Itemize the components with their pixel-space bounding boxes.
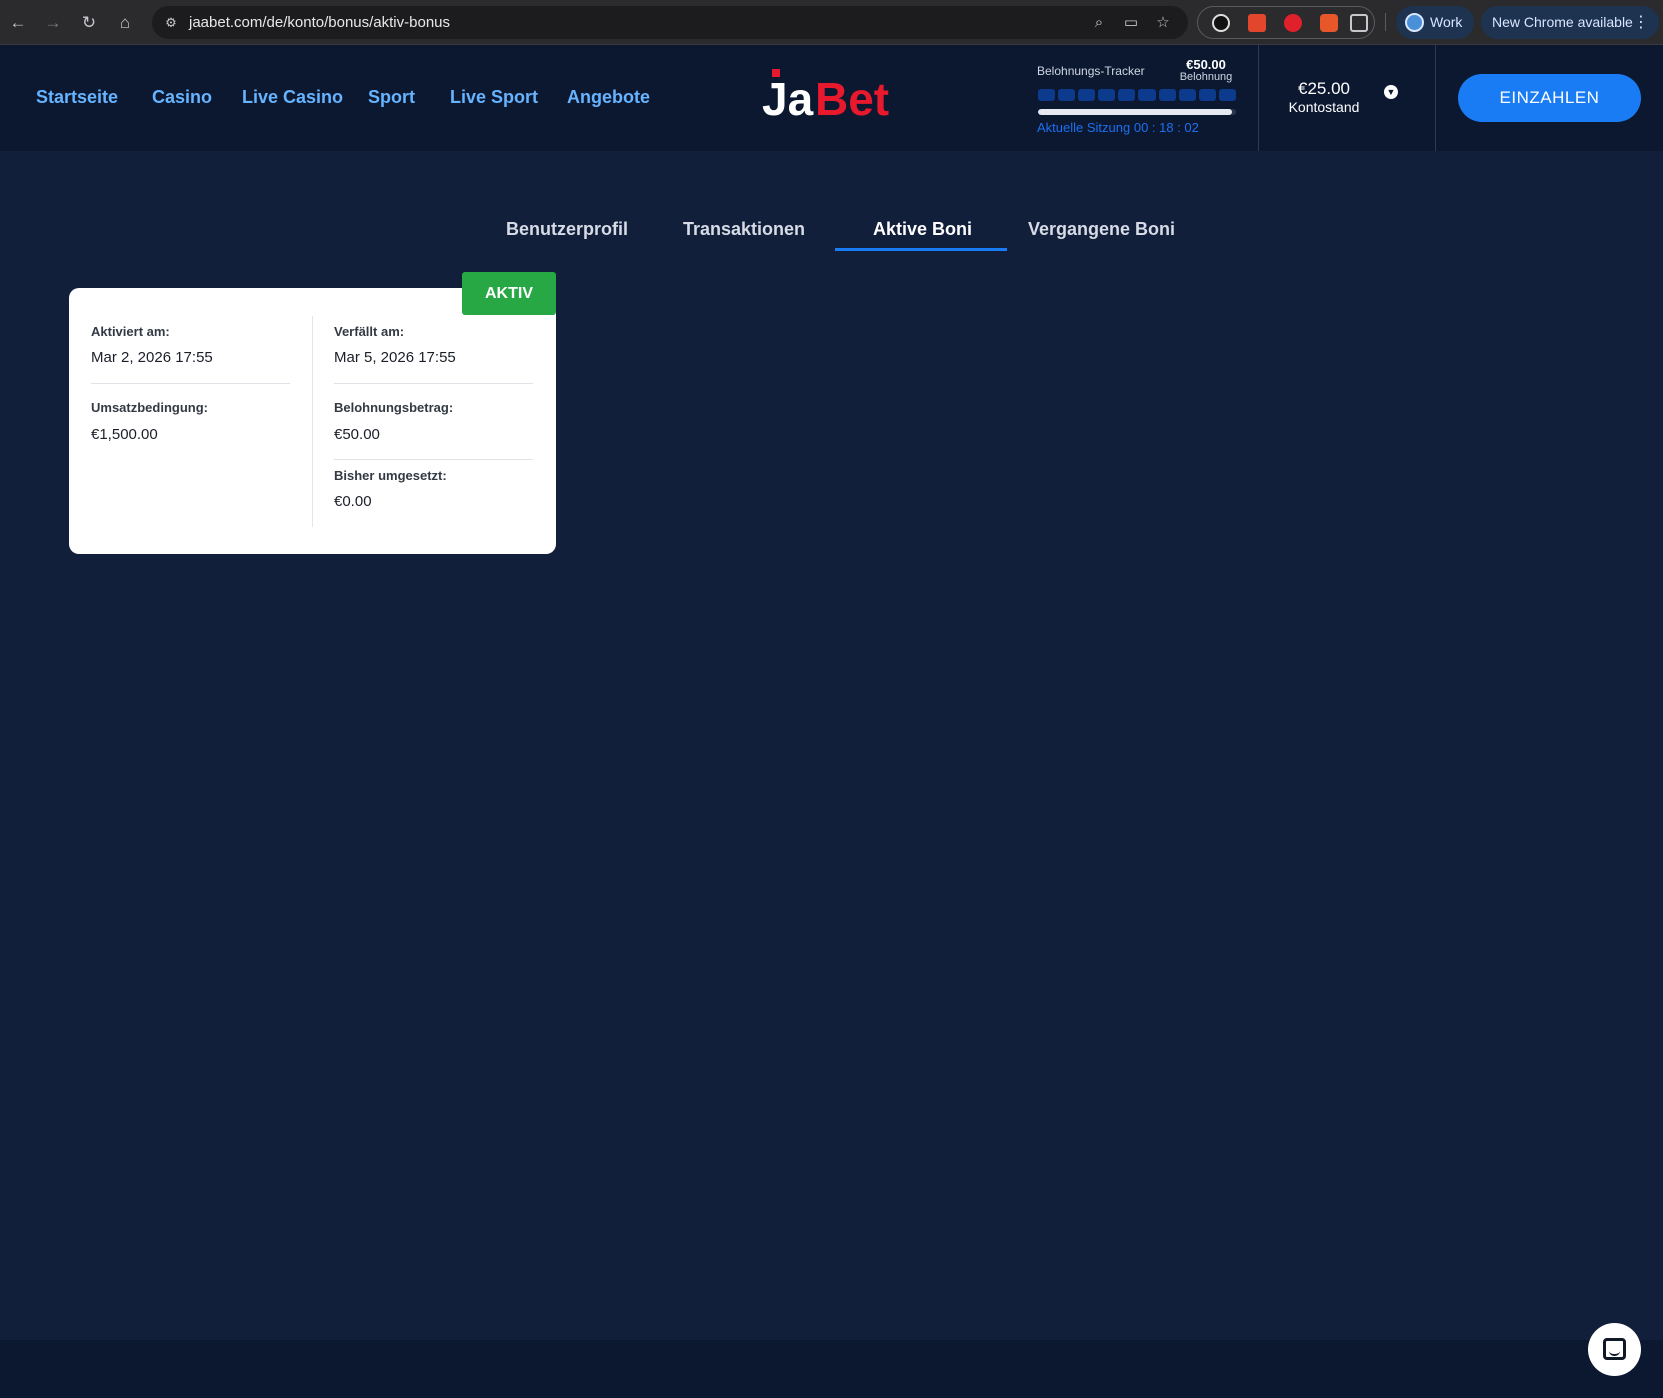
nav-casino[interactable]: Casino bbox=[152, 87, 212, 108]
status-badge: AKTIV bbox=[462, 272, 556, 315]
more-menu-icon[interactable]: ⋮ bbox=[1633, 12, 1649, 32]
wagering-value: €1,500.00 bbox=[91, 426, 158, 443]
balance-label: Kontostand bbox=[1288, 99, 1360, 115]
activated-value: Mar 2, 2026 17:55 bbox=[91, 349, 213, 366]
site-settings-icon[interactable]: ⚙ bbox=[162, 14, 180, 32]
footer bbox=[0, 1340, 1663, 1398]
nav-angebote[interactable]: Angebote bbox=[567, 87, 650, 108]
back-icon[interactable]: ← bbox=[6, 11, 30, 35]
star-icon[interactable]: ☆ bbox=[1152, 12, 1174, 34]
profile-label: Work bbox=[1430, 14, 1463, 30]
forward-icon[interactable]: → bbox=[41, 11, 65, 35]
tracker-segment bbox=[1058, 89, 1076, 101]
url-text[interactable]: jaabet.com/de/konto/bonus/aktiv-bonus bbox=[189, 14, 450, 31]
nav-live-casino[interactable]: Live Casino bbox=[242, 87, 343, 108]
active-tab-indicator bbox=[835, 248, 1007, 251]
column-divider bbox=[312, 316, 313, 527]
reload-icon[interactable]: ↻ bbox=[77, 11, 101, 35]
tab-vergangene-boni[interactable]: Vergangene Boni bbox=[1028, 219, 1175, 240]
tracker-segment bbox=[1138, 89, 1156, 101]
reward-value: €50.00 bbox=[334, 426, 380, 443]
nav-startseite[interactable]: Startseite bbox=[36, 87, 118, 108]
browser-toolbar: ← → ↻ ⌂ ⚙ jaabet.com/de/konto/bonus/akti… bbox=[0, 0, 1663, 45]
deposit-button[interactable]: EINZAHLEN bbox=[1458, 74, 1641, 122]
wagered-value: €0.00 bbox=[334, 493, 372, 510]
profile-avatar bbox=[1405, 13, 1424, 32]
row-divider bbox=[91, 383, 290, 384]
install-icon[interactable]: ▭ bbox=[1120, 12, 1142, 34]
extension-hand-icon[interactable] bbox=[1284, 14, 1302, 32]
tracker-progress-bar bbox=[1038, 109, 1236, 115]
nav-live-sport[interactable]: Live Sport bbox=[450, 87, 538, 108]
expires-value: Mar 5, 2026 17:55 bbox=[334, 349, 456, 366]
chevron-down-icon[interactable]: ▼ bbox=[1384, 85, 1398, 99]
wagered-label: Bisher umgesetzt: bbox=[334, 468, 447, 483]
zoom-icon[interactable]: ⌕ bbox=[1088, 12, 1110, 34]
header-divider bbox=[1435, 45, 1436, 151]
session-timer: Aktuelle Sitzung 00 : 18 : 02 bbox=[1037, 120, 1199, 135]
toolbar-divider bbox=[1385, 13, 1386, 31]
tracker-segment bbox=[1118, 89, 1136, 101]
logo-ja: Ja bbox=[762, 73, 814, 125]
tracker-segment bbox=[1098, 89, 1116, 101]
tracker-segment bbox=[1038, 89, 1056, 101]
tab-benutzerprofil[interactable]: Benutzerprofil bbox=[506, 219, 628, 240]
tracker-segment bbox=[1218, 89, 1236, 101]
home-icon[interactable]: ⌂ bbox=[113, 11, 137, 35]
row-divider bbox=[334, 459, 533, 460]
header-divider bbox=[1258, 45, 1259, 151]
tracker-segment bbox=[1198, 89, 1216, 101]
active-bonus-card: Aktiviert am: Mar 2, 2026 17:55 Umsatzbe… bbox=[69, 288, 556, 554]
extension-link-icon[interactable] bbox=[1212, 14, 1230, 32]
profile-button[interactable]: Work bbox=[1396, 6, 1474, 39]
chat-button[interactable] bbox=[1588, 1323, 1641, 1376]
tracker-segment bbox=[1158, 89, 1176, 101]
reward-label: Belohnungsbetrag: bbox=[334, 400, 454, 415]
logo-bet: Bet bbox=[815, 73, 889, 125]
tracker-amount: €50.00 bbox=[1186, 57, 1226, 72]
row-divider bbox=[334, 383, 533, 384]
tracker-progress-fill bbox=[1038, 109, 1233, 115]
tab-aktive-boni[interactable]: Aktive Boni bbox=[873, 219, 972, 240]
tracker-reward-label: Belohnung bbox=[1179, 71, 1233, 83]
wagering-label: Umsatzbedingung: bbox=[91, 400, 208, 415]
extensions-group bbox=[1197, 6, 1375, 39]
expires-label: Verfällt am: bbox=[334, 324, 405, 339]
address-bar[interactable]: ⚙ jaabet.com/de/konto/bonus/aktiv-bonus … bbox=[152, 6, 1188, 39]
jaabet-logo[interactable]: Ja Bet bbox=[760, 67, 900, 127]
tab-transaktionen[interactable]: Transaktionen bbox=[683, 219, 805, 240]
puzzle-icon[interactable] bbox=[1350, 14, 1368, 32]
tracker-segments bbox=[1038, 89, 1236, 101]
chat-icon bbox=[1603, 1338, 1626, 1360]
tracker-title: Belohnungs-Tracker bbox=[1037, 64, 1145, 78]
balance-amount[interactable]: €25.00 bbox=[1262, 79, 1386, 99]
extension-fox-icon[interactable] bbox=[1320, 14, 1338, 32]
tracker-segment bbox=[1178, 89, 1196, 101]
activated-label: Aktiviert am: bbox=[91, 324, 170, 339]
update-label: New Chrome available bbox=[1492, 14, 1633, 30]
extension-target-icon[interactable] bbox=[1248, 14, 1266, 32]
tracker-segment bbox=[1078, 89, 1096, 101]
nav-sport[interactable]: Sport bbox=[368, 87, 415, 108]
update-chrome-button[interactable]: New Chrome available ⋮ bbox=[1481, 6, 1659, 39]
site-header: Startseite Casino Live Casino Sport Live… bbox=[0, 45, 1663, 151]
